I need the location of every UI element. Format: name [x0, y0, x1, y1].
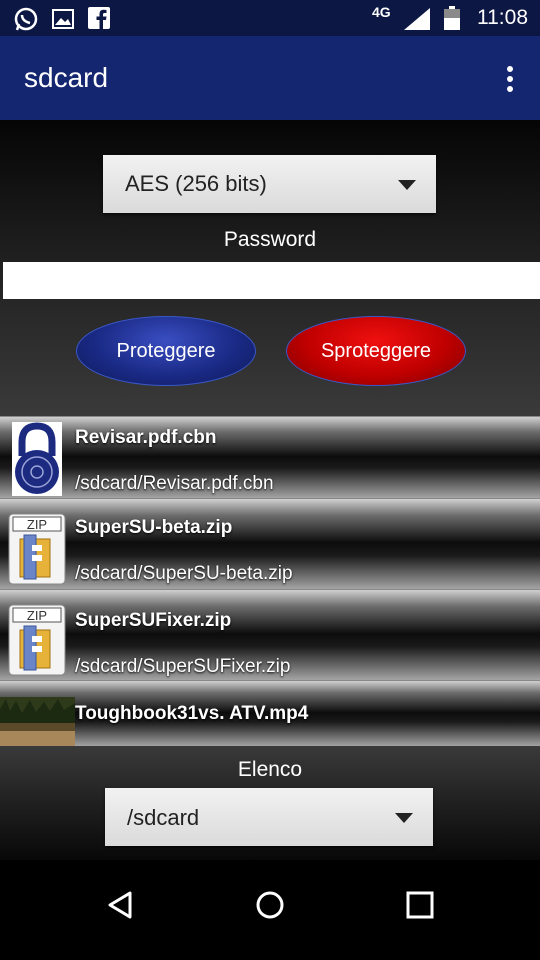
back-icon[interactable]	[106, 890, 134, 920]
zip-icon: ZIP	[8, 513, 66, 585]
file-name: SuperSU-beta.zip	[75, 517, 233, 538]
file-name: SuperSUFixer.zip	[75, 610, 232, 631]
network-type: 4G	[372, 4, 391, 20]
protect-button[interactable]: Proteggere	[76, 316, 256, 386]
file-path: /sdcard/SuperSU-beta.zip	[75, 563, 293, 584]
password-label: Password	[223, 228, 317, 251]
folder-value: /sdcard	[127, 805, 200, 830]
gallery-icon	[52, 9, 74, 29]
padlock-icon	[12, 422, 62, 496]
facebook-icon	[88, 7, 110, 29]
svg-text:ZIP: ZIP	[27, 608, 47, 623]
file-path: /sdcard/Revisar.pdf.cbn	[75, 473, 274, 494]
password-input[interactable]	[3, 262, 540, 299]
list-label: Elenco	[237, 758, 303, 781]
clock: 11:08	[477, 6, 528, 29]
dropdown-arrow-icon	[395, 813, 413, 823]
recents-icon[interactable]	[406, 891, 434, 919]
dropdown-arrow-icon	[398, 180, 416, 190]
app-title: sdcard	[24, 62, 109, 93]
svg-text:ZIP: ZIP	[27, 517, 47, 532]
status-bar: 4G 11:08	[0, 0, 540, 36]
folder-dropdown[interactable]: /sdcard	[105, 788, 433, 846]
unprotect-button[interactable]: Sproteggere	[286, 316, 466, 386]
whatsapp-icon	[14, 7, 38, 31]
overflow-menu-icon[interactable]	[506, 66, 514, 92]
algorithm-dropdown[interactable]: AES (256 bits)	[103, 155, 436, 213]
file-list-item[interactable]: ZIP SuperSUFixer.zip /sdcard/SuperSUFixe…	[0, 589, 540, 681]
file-name: Revisar.pdf.cbn	[75, 427, 217, 448]
file-path: /sdcard/SuperSUFixer.zip	[75, 656, 291, 677]
file-list-item[interactable]: ZIP SuperSU-beta.zip /sdcard/SuperSU-bet…	[0, 498, 540, 590]
home-icon[interactable]	[255, 890, 285, 920]
video-thumbnail	[0, 697, 75, 747]
navigation-bar	[0, 860, 540, 960]
zip-icon: ZIP	[8, 604, 66, 676]
signal-icon	[404, 8, 430, 30]
algorithm-value: AES (256 bits)	[125, 171, 267, 196]
app-bar: sdcard	[0, 36, 540, 120]
file-list-item[interactable]: Revisar.pdf.cbn /sdcard/Revisar.pdf.cbn	[0, 416, 540, 499]
file-list-item[interactable]: Toughbook31vs. ATV.mp4	[0, 680, 540, 747]
file-name: Toughbook31vs. ATV.mp4	[75, 703, 309, 724]
battery-icon	[444, 6, 460, 30]
